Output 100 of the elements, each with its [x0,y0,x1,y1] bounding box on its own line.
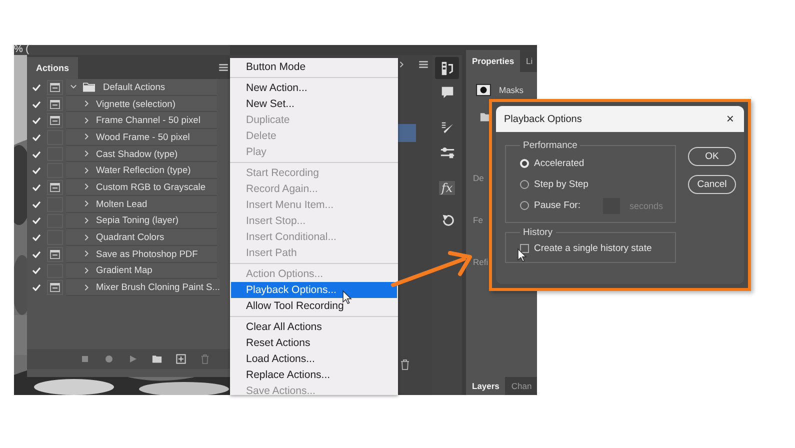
menu-item[interactable]: Replace Actions... [231,367,397,383]
dialog-icon [50,283,60,292]
panel-tab[interactable]: Properties [466,50,520,72]
action-row[interactable]: Vignette (selection) [66,96,217,112]
menu-item[interactable]: Allow Tool Recording [231,298,397,314]
dialog-toggle[interactable] [47,113,63,128]
action-row[interactable]: Quadrant Colors [66,229,217,246]
actions-tab[interactable]: Actions [27,57,78,79]
dialog-icon [50,182,60,192]
action-row[interactable]: Custom RGB to Grayscale [66,179,217,196]
chevron-icon[interactable] [83,250,90,258]
stop-icon[interactable] [80,354,90,364]
action-row[interactable]: Frame Channel - 50 pixel [66,112,217,130]
checkmark-icon[interactable] [32,250,40,258]
chevron-icon[interactable] [83,166,90,174]
action-row[interactable]: Sepia Toning (layer) [66,212,217,230]
chevron-icon[interactable] [83,200,90,208]
mask-icon[interactable] [476,84,491,96]
checkmark-icon[interactable] [32,150,40,158]
action-name: Mixer Brush Cloning Paint S... [96,282,220,292]
chevron-icon[interactable] [83,150,90,158]
speech-bubble-icon [440,84,454,100]
action-row[interactable]: Mixer Brush Cloning Paint S... [66,279,220,296]
action-row[interactable]: Wood Frame - 50 pixel [66,129,217,146]
menu-item[interactable]: Playback Options... [231,282,397,298]
menu-item[interactable]: Insert Menu Item... [231,197,397,213]
property-label: Refi [473,256,488,268]
action-row[interactable]: Cast Shadow (type) [66,146,217,162]
menu-item[interactable]: Insert Stop... [231,213,397,229]
menu-item[interactable]: Clear All Actions [231,319,397,335]
menu-item[interactable]: Start Recording [231,165,397,181]
checkmark-icon[interactable] [32,200,40,208]
panel-tab[interactable]: Chan [505,377,537,395]
checkmark-icon[interactable] [32,284,40,292]
radio-button[interactable] [520,180,529,189]
action-name: Gradient Map [96,265,152,276]
action-row[interactable]: Molten Lead [66,196,217,212]
panel-tab[interactable]: Li [520,50,537,72]
folder-icon [83,82,95,92]
action-row[interactable]: Default Actions [66,79,217,96]
checkmark-icon[interactable] [32,184,40,191]
menu-item[interactable]: Insert Path [231,245,397,261]
action-name: Cast Shadow (type) [96,148,178,159]
cursor-icon [517,248,527,262]
dialog-toggle[interactable] [47,80,63,95]
menu-item[interactable]: Duplicate [231,112,397,128]
dialog-toggle[interactable] [47,96,63,112]
action-row[interactable]: Gradient Map [66,262,217,280]
document-tab[interactable]: % ( [14,45,230,55]
masks-label: Masks [499,85,524,95]
chevron-icon[interactable] [70,83,77,90]
dialog-toggle[interactable] [47,180,63,195]
chevron-icon[interactable] [83,183,90,190]
menu-item[interactable]: Delete [231,128,397,144]
menu-item[interactable]: Record Again... [231,181,397,197]
checkmark-icon[interactable] [32,117,40,124]
menu-item[interactable]: Reset Actions [231,335,397,351]
menu-item[interactable]: Action Options... [231,266,397,282]
checkmark-icon[interactable] [32,217,40,224]
new-action-icon[interactable] [176,354,186,364]
menu-item[interactable]: Button Mode [231,59,397,75]
chevron-icon[interactable] [83,216,90,224]
dialog-icon [50,82,60,92]
action-name: Default Actions [103,82,166,92]
trash-icon[interactable] [400,359,410,370]
menu-item[interactable]: New Set... [231,96,397,112]
chevron-icon[interactable] [83,116,90,124]
action-row[interactable]: Water Reflection (type) [66,162,217,180]
menu-item[interactable]: Load Actions... [231,351,397,367]
checkmark-icon[interactable] [32,267,40,274]
checkmark-icon[interactable] [32,84,40,91]
close-button[interactable]: × [724,112,736,126]
menu-item[interactable]: Save Actions... [231,383,397,399]
styles-button[interactable]: fx [435,177,459,199]
menu-icon[interactable] [419,61,428,68]
panel-tab[interactable]: Layers [466,377,506,395]
chevron-icon[interactable] [83,284,90,291]
menu-item[interactable]: New Action... [231,80,397,96]
checkmark-icon[interactable] [32,134,40,141]
action-row[interactable]: Save as Photoshop PDF [66,246,217,263]
menu-item[interactable]: Insert Conditional... [231,229,397,245]
chevron-icon[interactable] [398,61,405,68]
chevron-icon[interactable] [83,100,90,108]
record-icon[interactable] [104,354,114,364]
history-button[interactable] [435,57,459,79]
menu-item[interactable]: Play [231,144,397,160]
checkmark-icon[interactable] [32,100,40,108]
dialog-button[interactable]: Cancel [688,175,736,194]
menu-icon[interactable] [219,64,228,70]
checkbox-label: Create a single history state [534,242,652,254]
dialog-button[interactable]: OK [688,147,736,166]
chevron-icon[interactable] [83,133,90,140]
checkmark-icon[interactable] [32,234,40,242]
action-name: Water Reflection (type) [96,165,191,176]
chevron-icon[interactable] [83,234,90,241]
chevron-icon[interactable] [83,266,90,274]
dialog-toggle[interactable] [47,246,63,262]
checkmark-icon[interactable] [32,167,40,174]
radio-button[interactable] [520,201,529,210]
dialog-toggle[interactable] [47,280,63,295]
